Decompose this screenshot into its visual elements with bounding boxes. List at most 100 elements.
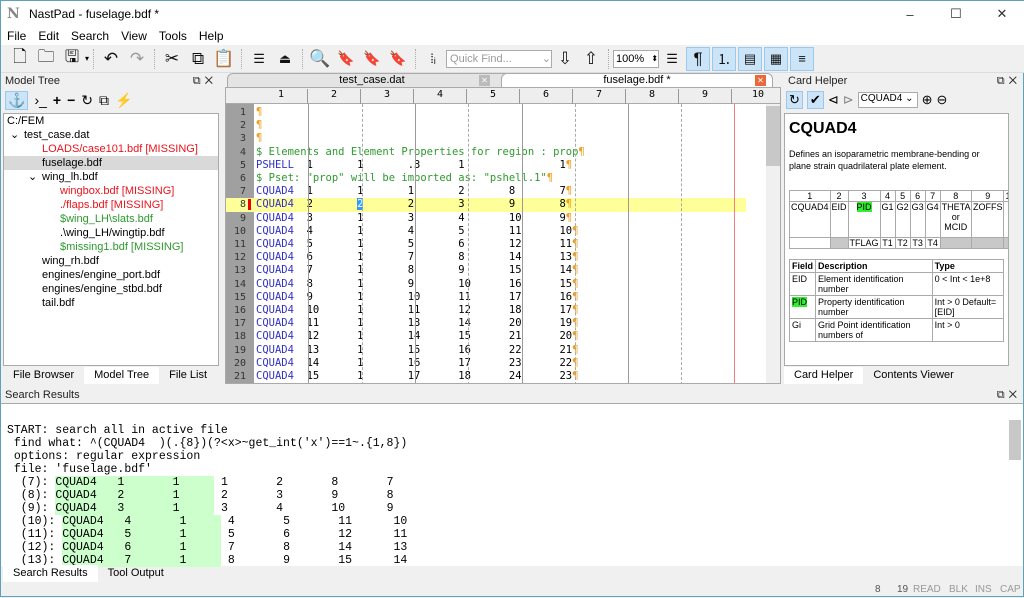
word-wrap-icon[interactable]: ☰	[660, 47, 684, 71]
editor-line[interactable]: 7 CQUAD4 1 1 1 2 8 7¶	[226, 185, 746, 198]
scrollbar-thumb[interactable]	[766, 106, 780, 166]
editor-line[interactable]: 6 $ Pset: "prop" will be imported as: "ps…	[226, 172, 746, 185]
close-tab-icon[interactable]: ✕	[755, 75, 766, 86]
tab-card-helper[interactable]: Card Helper	[784, 367, 864, 384]
tab-test-case[interactable]: test_case.dat ✕	[227, 73, 517, 88]
check-icon[interactable]: ✔	[806, 91, 824, 109]
expander-icon[interactable]: ⌄	[28, 170, 42, 184]
collapse-all-icon[interactable]: −	[67, 92, 75, 108]
editor-line[interactable]: 2 ¶	[226, 119, 746, 132]
copy-icon[interactable]: ⧉	[186, 47, 210, 71]
menu-file[interactable]: File	[1, 29, 32, 43]
tree-item[interactable]: ⌄ test_case.dat	[4, 128, 218, 142]
tree-item[interactable]: .\wing_LH/wingtip.bdf	[4, 226, 218, 240]
close-tab-icon[interactable]: ✕	[479, 75, 490, 86]
find-options-icon[interactable]: ⁞ᵢ	[421, 47, 445, 71]
editor-line[interactable]: 4 $ Elements and Element Properties for r…	[226, 146, 746, 159]
tree-item[interactable]: ⌄ wing_lh.bdf	[4, 170, 218, 184]
card-select[interactable]: CQUAD4 ⌄	[857, 92, 918, 108]
tree-item[interactable]: ./flaps.bdf [MISSING]	[4, 198, 218, 212]
close-button[interactable]: ✕	[979, 1, 1024, 27]
field-grid-icon[interactable]: ▦	[764, 46, 789, 71]
editor-line[interactable]: 5 PSHELL 1 1 .3 1 1¶	[226, 159, 746, 172]
forward-icon[interactable]: ⊳	[843, 92, 854, 108]
editor-line[interactable]: 14 CQUAD4 8 1 9 10 16 15¶	[226, 278, 746, 291]
panel-controls[interactable]: ⧉✕	[997, 389, 1024, 402]
find-next-icon[interactable]: ⇩	[553, 47, 577, 71]
editor-line[interactable]: 18 CQUAD4 12 1 14 15 21 20¶	[226, 330, 746, 343]
find-previous-icon[interactable]: ⇧	[579, 47, 603, 71]
panel-controls[interactable]: ⧉✕	[193, 75, 221, 88]
anchor-icon[interactable]: ⚓	[5, 90, 29, 110]
show-pilcrow-icon[interactable]: ¶	[686, 46, 711, 71]
tab-fuselage[interactable]: fuselage.bdf * ✕	[501, 73, 773, 88]
editor-line[interactable]: 12 CQUAD4 6 1 7 8 14 13¶	[226, 251, 746, 264]
zoom-in-icon[interactable]: ⊕	[922, 92, 933, 108]
code-editor[interactable]: 1 2 3 4 5 6 7 8 9 10 1 ¶ 2 ¶ 3 ¶ 4 $ Elements and Elemen…	[225, 87, 781, 384]
tree-item[interactable]: $wing_LH\slats.bdf	[4, 212, 218, 226]
tree-item[interactable]: LOADS/case101.bdf [MISSING]	[4, 142, 218, 156]
tree-item[interactable]: engines/engine_stbd.bdf	[4, 282, 218, 296]
column-guides-icon[interactable]: ▤	[738, 46, 763, 71]
editor-line[interactable]: 20 CQUAD4 14 1 16 17 23 22¶	[226, 357, 746, 370]
search-result-row[interactable]: (10): CQUAD4 4 1 4 5 11 10	[7, 515, 407, 528]
tab-file-browser[interactable]: File Browser	[3, 367, 84, 384]
bookmark-toggle-icon[interactable]: 🔖	[334, 47, 358, 71]
editor-line[interactable]: 13 CQUAD4 7 1 8 9 15 14¶	[226, 264, 746, 277]
menu-edit[interactable]: Edit	[32, 29, 65, 43]
editor-line[interactable]: 15 CQUAD4 9 1 10 11 17 16¶	[226, 291, 746, 304]
bookmark-clear-icon[interactable]: 🔖	[386, 47, 410, 71]
minimize-button[interactable]: –	[887, 1, 933, 27]
undo-icon[interactable]: ↶	[99, 47, 123, 71]
refresh-icon[interactable]: ↻	[81, 92, 93, 109]
flash-icon[interactable]: ⚡	[115, 92, 132, 109]
line-numbers-icon[interactable]: ⒈	[712, 46, 737, 71]
format-card-icon[interactable]: ☰	[247, 47, 271, 71]
terminal-icon[interactable]: ›_	[34, 92, 46, 108]
tab-contents-viewer[interactable]: Contents Viewer	[863, 367, 964, 384]
tree-item[interactable]: fuselage.bdf	[4, 156, 218, 170]
search-icon[interactable]: 🔍	[308, 47, 332, 71]
redo-icon[interactable]: ↷	[125, 47, 149, 71]
tree-item[interactable]: tail.bdf	[4, 296, 218, 310]
search-result-row[interactable]: (9): CQUAD4 3 1 3 4 10 9	[7, 502, 393, 515]
panel-controls[interactable]: ⧉✕	[997, 75, 1024, 88]
menu-help[interactable]: Help	[193, 29, 230, 43]
tree-item[interactable]: wingbox.bdf [MISSING]	[4, 184, 218, 198]
editor-line[interactable]: 16 CQUAD4 10 1 11 12 18 17¶	[226, 304, 746, 317]
menu-search[interactable]: Search	[65, 29, 115, 43]
editor-line[interactable]: 19 CQUAD4 13 1 15 16 22 21¶	[226, 344, 746, 357]
field-separators-icon[interactable]: ≡	[790, 46, 815, 71]
editor-line[interactable]: 21 CQUAD4 15 1 17 18 24 23¶	[226, 370, 746, 383]
editor-line[interactable]: 11 CQUAD4 5 1 5 6 12 11¶	[226, 238, 746, 251]
zoom-out-icon[interactable]: ⊖	[937, 92, 948, 108]
menu-view[interactable]: View	[115, 29, 153, 43]
editor-line[interactable]: 17 CQUAD4 11 1 13 14 20 19¶	[226, 317, 746, 330]
search-result-row[interactable]: (11): CQUAD4 5 1 5 6 12 11	[7, 528, 407, 541]
open-folder-icon[interactable]: 🗀	[34, 47, 58, 71]
search-result-row[interactable]: (12): CQUAD4 6 1 7 8 14 13	[7, 541, 407, 554]
tree-item[interactable]: wing_rh.bdf	[4, 254, 218, 268]
tab-file-list[interactable]: File List	[159, 367, 217, 384]
copy-path-icon[interactable]: ⧉	[99, 92, 109, 109]
cut-icon[interactable]: ✂	[160, 47, 184, 71]
tree-root[interactable]: C:/FEM	[4, 114, 218, 128]
chevron-down-icon[interactable]: ⌄	[542, 52, 551, 65]
search-result-row[interactable]: (7): CQUAD4 1 1 1 2 8 7	[7, 476, 393, 489]
expander-icon[interactable]: ⌄	[10, 128, 24, 142]
paste-icon[interactable]: 📋	[212, 47, 236, 71]
menu-tools[interactable]: Tools	[153, 29, 193, 43]
zoom-spinbox[interactable]: 100% ⬍	[613, 49, 660, 68]
bookmark-next-icon[interactable]: 🔖	[360, 47, 384, 71]
new-file-icon[interactable]: 🗋	[8, 47, 32, 71]
expand-all-icon[interactable]: +	[53, 92, 61, 108]
editor-line[interactable]: 3 ¶	[226, 132, 746, 145]
tab-model-tree[interactable]: Model Tree	[84, 367, 160, 384]
unformat-card-icon[interactable]: ⏏	[273, 47, 297, 71]
editor-line[interactable]: 10 CQUAD4 4 1 4 5 11 10¶	[226, 225, 746, 238]
search-scrollbar[interactable]	[1009, 420, 1021, 460]
tree-item[interactable]: $missing1.bdf [MISSING]	[4, 240, 218, 254]
editor-scrollbar[interactable]	[766, 104, 780, 383]
back-icon[interactable]: ⊲	[828, 92, 839, 108]
save-icon[interactable]: 🖫	[60, 47, 84, 71]
